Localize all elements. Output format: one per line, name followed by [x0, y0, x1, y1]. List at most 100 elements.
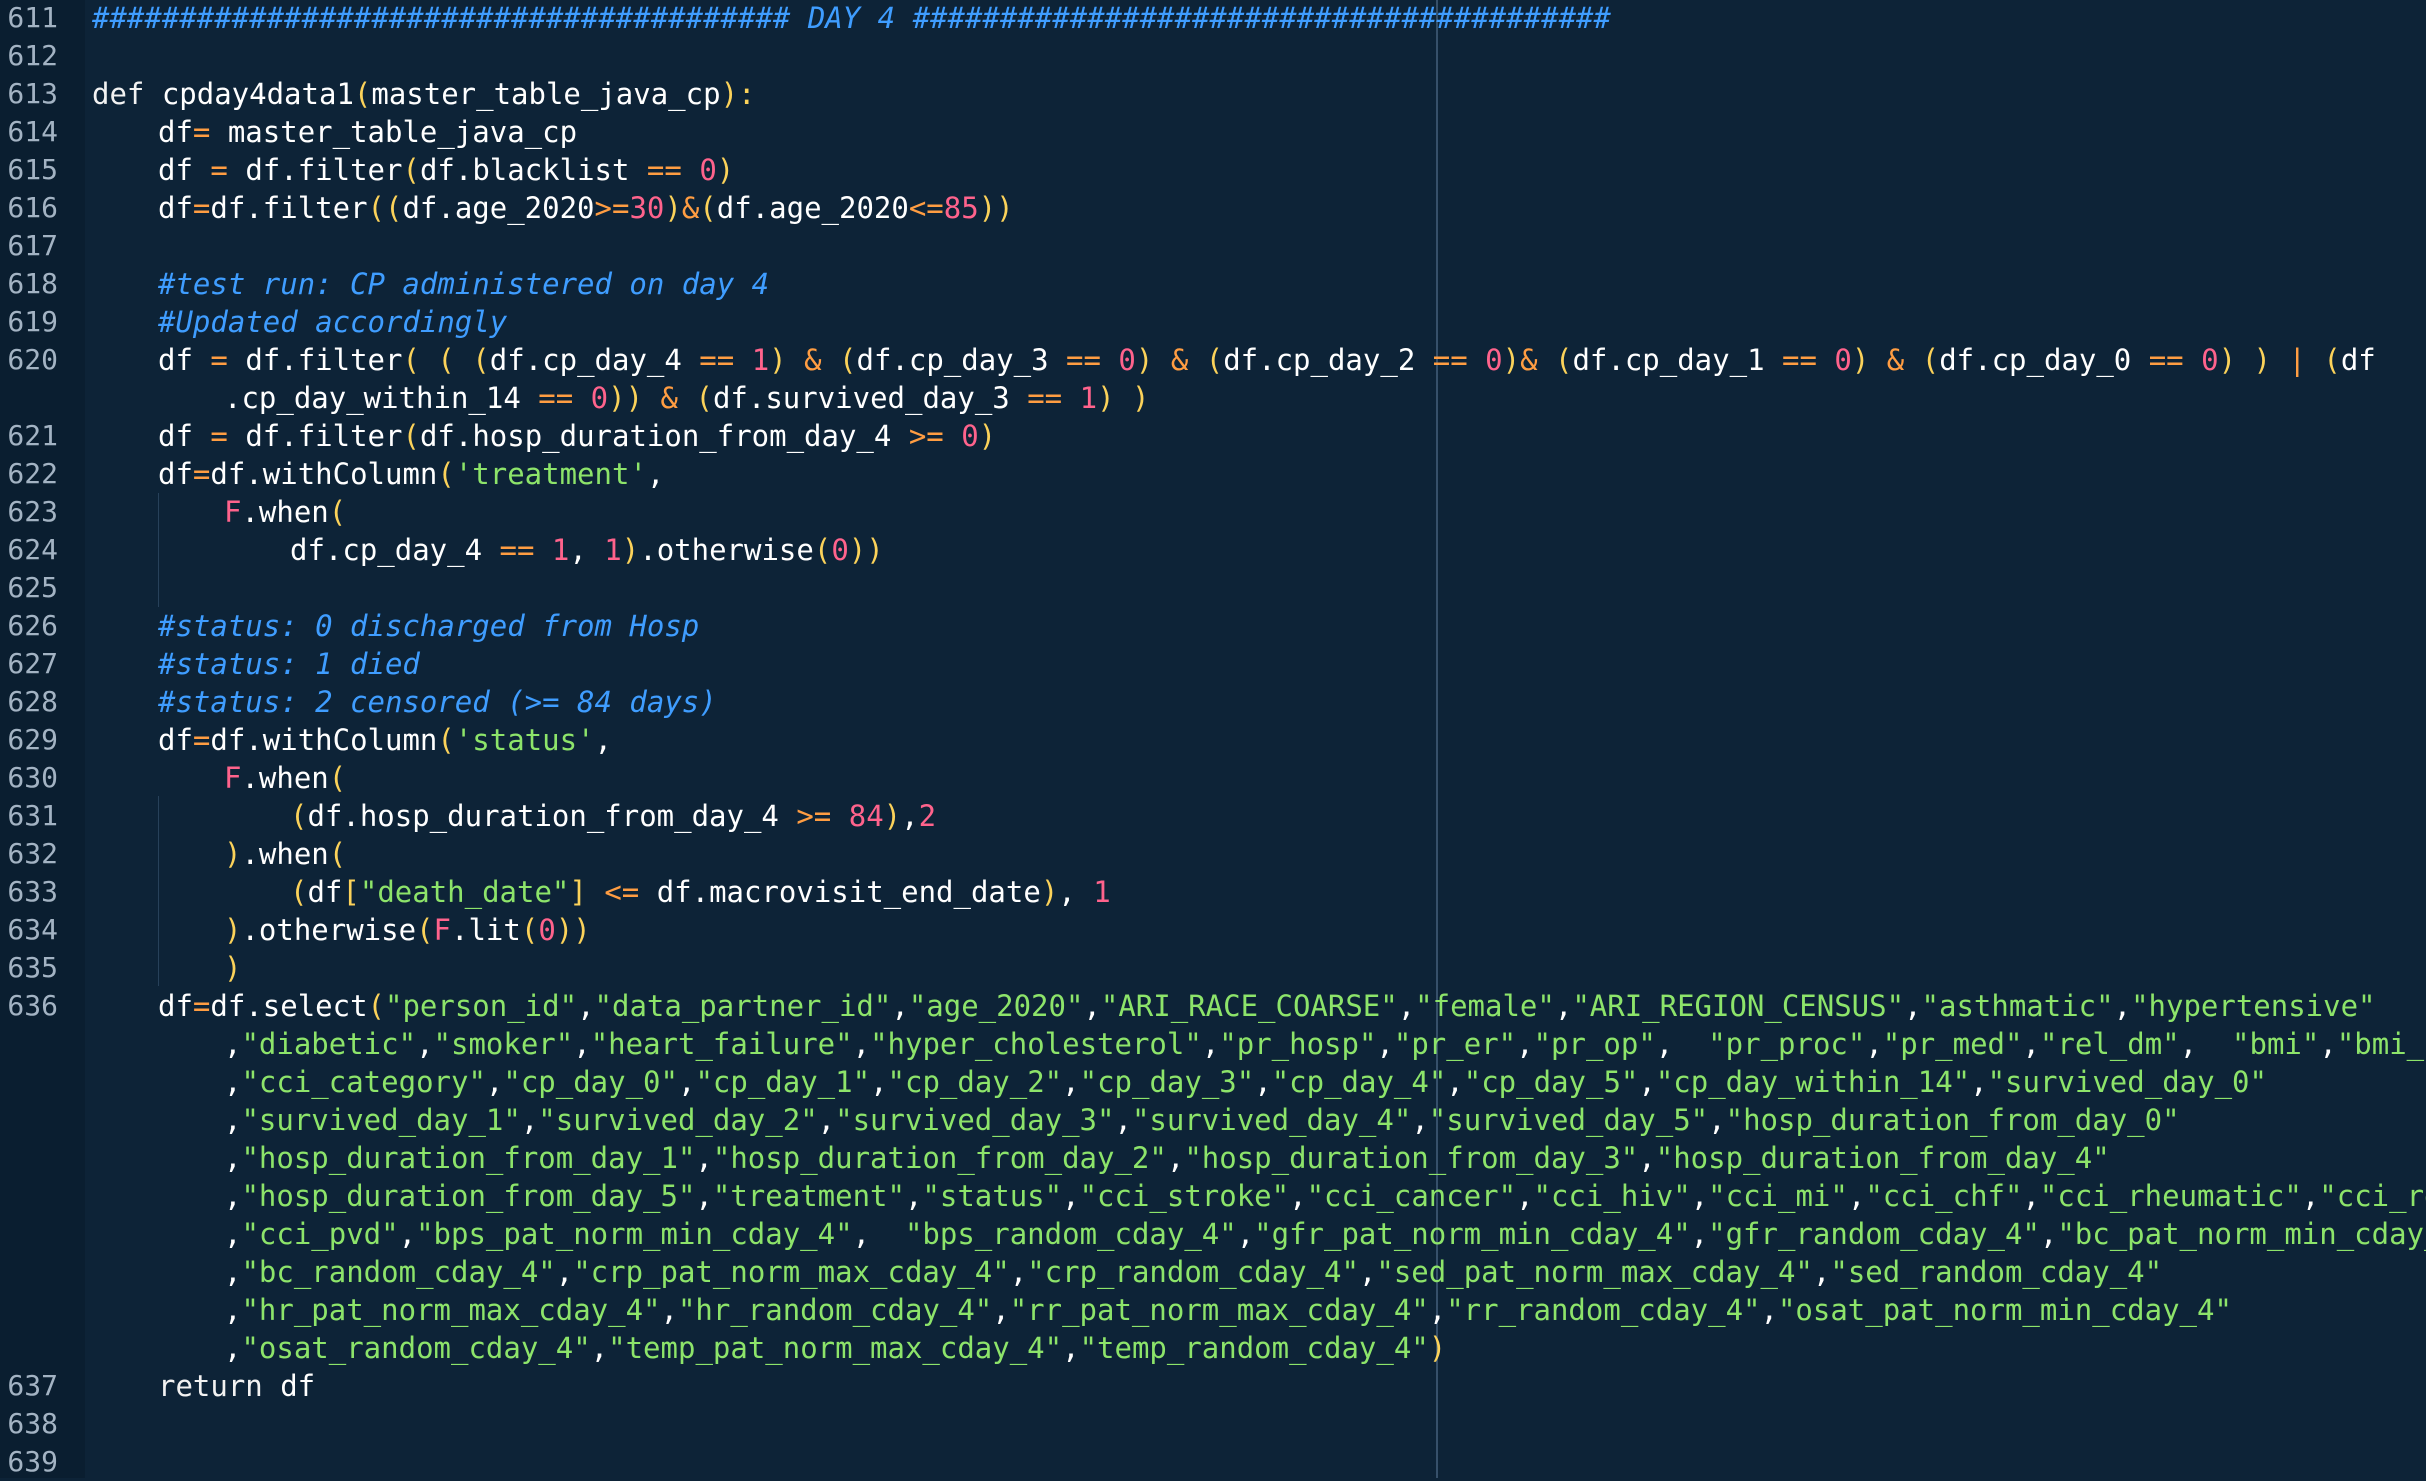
line-text: ,"osat_random_cday_4","temp_pat_norm_max…: [224, 1329, 1446, 1367]
code-token: ,: [1062, 1331, 1080, 1365]
code-line[interactable]: 620 df = df.filter( ( (df.cp_day_4 == 1) …: [0, 341, 2426, 379]
code-token: ,: [224, 1217, 242, 1251]
code-token: ): [769, 343, 787, 377]
code-line[interactable]: 631 (df.hosp_duration_from_day_4 >= 84),2: [0, 797, 2426, 835]
code-line[interactable]: ,"bc_random_cday_4","crp_pat_norm_max_cd…: [0, 1253, 2426, 1291]
code-token: df.filter: [210, 191, 368, 225]
code-line[interactable]: 636 df=df.select("person_id","data_partne…: [0, 987, 2426, 1025]
code-line[interactable]: 626 #status: 0 discharged from Hosp: [0, 607, 2426, 645]
code-line[interactable]: 632).when(: [0, 835, 2426, 873]
code-token: (: [402, 153, 420, 187]
code-token: (: [353, 77, 372, 111]
code-line[interactable]: 629 df=df.withColumn('status',: [0, 721, 2426, 759]
code-line[interactable]: 623 F.when(: [0, 493, 2426, 531]
code-token: ]: [569, 875, 587, 909]
code-line[interactable]: 616 df=df.filter((df.age_2020>=30)&(df.ag…: [0, 189, 2426, 227]
code-token: 1: [604, 533, 622, 567]
code-line[interactable]: 628 #status: 2 censored (>= 84 days): [0, 683, 2426, 721]
code-token: "cci_pvd": [241, 1217, 399, 1251]
code-line[interactable]: 633 (df["death_date"] <= df.macrovisit_en…: [0, 873, 2426, 911]
code-token: ,: [1254, 1065, 1272, 1099]
code-token: ,: [1236, 1217, 1255, 1251]
code-token: ########################################…: [92, 1, 1611, 35]
code-line[interactable]: 613 def cpday4data1(master_table_java_cp)…: [0, 75, 2426, 113]
code-line[interactable]: ,"cci_pvd","bps_pat_norm_min_cday_4", "b…: [0, 1215, 2426, 1253]
code-token: "death_date": [359, 875, 570, 909]
code-line[interactable]: 612: [0, 37, 2426, 75]
code-token: ,: [1638, 1141, 1656, 1175]
code-line[interactable]: ,"hosp_duration_from_day_5","treatment",…: [0, 1177, 2426, 1215]
code-editor[interactable]: 611 #####################################…: [0, 0, 2426, 1478]
code-line[interactable]: 634).otherwise(F.lit(0)): [0, 911, 2426, 949]
code-token: <=: [604, 875, 640, 909]
code-line[interactable]: 625: [0, 569, 2426, 607]
code-line[interactable]: ,"cci_category","cp_day_0","cp_day_1","c…: [0, 1063, 2426, 1101]
code-line[interactable]: 637 return df: [0, 1367, 2426, 1405]
code-line[interactable]: 639: [0, 1443, 2426, 1481]
code-token: (: [437, 457, 455, 491]
code-token: ==: [1432, 343, 1468, 377]
code-token: &: [1520, 343, 1538, 377]
code-token: df: [158, 457, 193, 491]
code-line[interactable]: 624 df.cp_day_4 == 1, 1).otherwise(0)): [0, 531, 2426, 569]
code-token: ,: [594, 723, 612, 757]
code-token: df.cp_day_4: [290, 533, 500, 567]
code-token: 'status': [454, 723, 595, 757]
code-token: 1: [1079, 381, 1098, 415]
code-line[interactable]: 617: [0, 227, 2426, 265]
code-line[interactable]: 622 df=df.withColumn('treatment',: [0, 455, 2426, 493]
code-line[interactable]: ,"hosp_duration_from_day_1","hosp_durati…: [0, 1139, 2426, 1177]
code-line[interactable]: 615 df = df.filter(df.blacklist == 0): [0, 151, 2426, 189]
code-token: "hosp_duration_from_day_2": [712, 1141, 1167, 1175]
code-line[interactable]: ,"osat_random_cday_4","temp_pat_norm_max…: [0, 1329, 2426, 1367]
code-token: ,: [1847, 1179, 1866, 1213]
code-token: df.blacklist: [419, 153, 647, 187]
code-line[interactable]: 627 #status: 1 died: [0, 645, 2426, 683]
code-line[interactable]: 635): [0, 949, 2426, 987]
code-token: F: [224, 495, 242, 529]
code-token: (: [1205, 343, 1224, 377]
code-token: ==: [538, 381, 574, 415]
code-token: ,: [1970, 1065, 1988, 1099]
line-text: #status: 0 discharged from Hosp: [158, 607, 699, 645]
code-line[interactable]: 621 df = df.filter(df.hosp_duration_from_…: [0, 417, 2426, 455]
line-text: ,"hr_pat_norm_max_cday_4","hr_random_cda…: [224, 1291, 2232, 1329]
line-text: def cpday4data1(master_table_java_cp):: [92, 75, 756, 113]
code-token: "hosp_duration_from_day_3": [1184, 1141, 1639, 1175]
code-token: df.withColumn: [210, 457, 438, 491]
code-token: ,: [520, 1103, 539, 1137]
code-token: ,: [224, 1331, 242, 1365]
code-line[interactable]: 618 #test run: CP administered on day 4: [0, 265, 2426, 303]
code-lines[interactable]: 611 #####################################…: [0, 0, 2426, 1478]
line-number: 611: [7, 1, 58, 34]
code-token: "cci_mi": [1708, 1179, 1848, 1213]
code-token: "cci_cancer": [1306, 1179, 1517, 1213]
code-token: "bc_random_cday_4": [241, 1255, 556, 1289]
code-token: "cci_rheumatic": [2039, 1179, 2302, 1213]
code-token: ,: [1201, 1027, 1220, 1061]
code-token: "cp_day_within_14": [1655, 1065, 1971, 1099]
code-token: 0: [831, 533, 849, 567]
line-text: #Updated accordingly: [158, 303, 507, 341]
code-token: master_table_java_cp: [210, 115, 578, 149]
code-line[interactable]: 611 #####################################…: [0, 0, 2426, 37]
code-line[interactable]: 638: [0, 1405, 2426, 1443]
code-token: "osat_random_cday_4": [241, 1331, 591, 1365]
code-token: ): [883, 799, 902, 833]
code-line[interactable]: 630 F.when(: [0, 759, 2426, 797]
code-line[interactable]: 614 df= master_table_java_cp: [0, 113, 2426, 151]
code-line[interactable]: 619 #Updated accordingly: [0, 303, 2426, 341]
line-number: 632: [7, 837, 58, 870]
code-token: ==: [499, 533, 535, 567]
code-line[interactable]: .cp_day_within_14 == 0)) & (df.survived_…: [0, 379, 2426, 417]
code-token: "person_id": [385, 989, 578, 1023]
code-line[interactable]: ,"hr_pat_norm_max_cday_4","hr_random_cda…: [0, 1291, 2426, 1329]
code-token: df.cp_day_3: [856, 343, 1067, 377]
code-line[interactable]: ,"survived_day_1","survived_day_2","surv…: [0, 1101, 2426, 1139]
code-token: "pr_er": [1393, 1027, 1517, 1061]
code-line[interactable]: ,"diabetic","smoker","heart_failure","hy…: [0, 1025, 2426, 1063]
